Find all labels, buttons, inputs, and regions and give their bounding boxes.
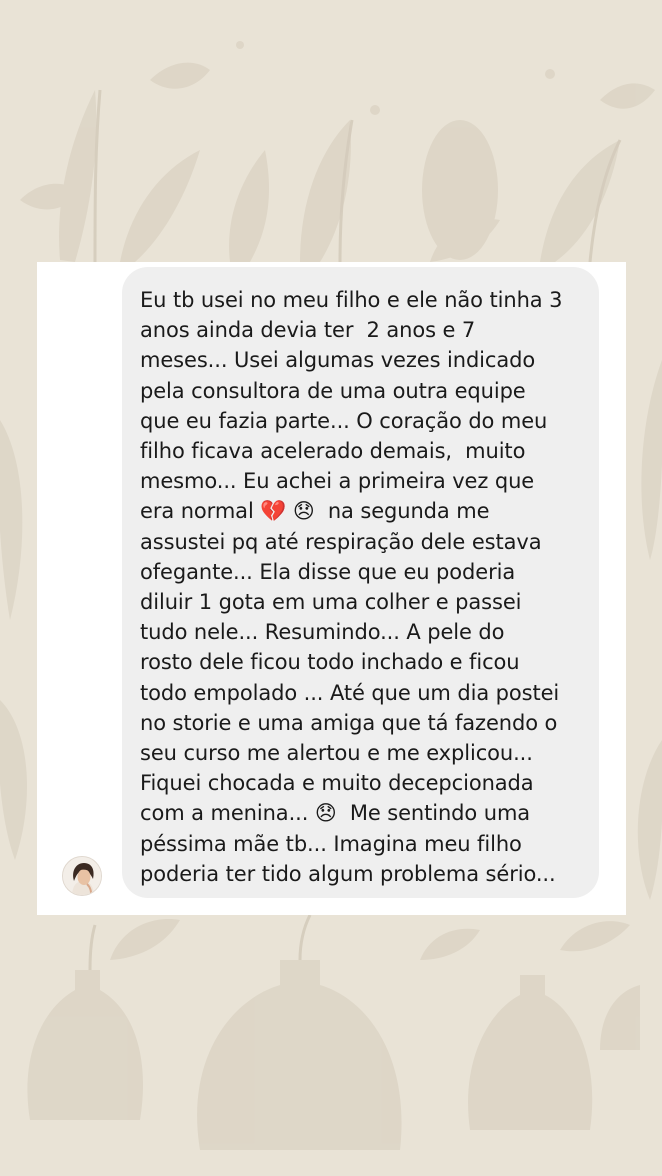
message-line: pela consultora de uma outra equipe bbox=[140, 378, 526, 403]
message-text: Eu tb usei no meu filho e ele não tinha … bbox=[140, 285, 583, 889]
message-line: tudo nele... Resumindo... A pele do bbox=[140, 620, 505, 645]
message-line: todo empolado ... Até que um dia postei bbox=[140, 680, 560, 705]
message-line: rosto dele ficou todo inchado e ficou bbox=[140, 650, 520, 675]
message-line: meses... Usei algumas vezes indicado bbox=[140, 348, 536, 373]
message-line: mesmo... Eu achei a primeira vez que bbox=[140, 469, 535, 494]
message-line: filho ficava acelerado demais, muito bbox=[140, 439, 526, 464]
message-line: seu curso me alertou e me explicou... bbox=[140, 741, 533, 766]
message-line: diluir 1 gota em uma colher e passei bbox=[140, 590, 522, 615]
user-avatar-icon bbox=[63, 857, 101, 895]
message-line: com a menina... 😞 Me sentindo uma bbox=[140, 801, 531, 826]
message-line: Fiquei chocada e muito decepcionada bbox=[140, 771, 534, 796]
message-line: assustei pq até respiração dele estava bbox=[140, 529, 542, 554]
message-line: no storie e uma amiga que tá fazendo o bbox=[140, 710, 558, 735]
message-line: poderia ter tido algum problema sério... bbox=[140, 861, 556, 886]
message-line: anos ainda devia ter 2 anos e 7 bbox=[140, 318, 476, 343]
message-line: que eu fazia parte... O coração do meu bbox=[140, 408, 548, 433]
message-bubble[interactable]: Eu tb usei no meu filho e ele não tinha … bbox=[122, 267, 599, 898]
sender-avatar[interactable] bbox=[62, 856, 102, 896]
message-line: Eu tb usei no meu filho e ele não tinha … bbox=[140, 288, 563, 312]
message-line: era normal 💔 😞 na segunda me bbox=[140, 499, 490, 524]
message-line: péssima mãe tb... Imagina meu filho bbox=[140, 831, 522, 856]
message-card: Eu tb usei no meu filho e ele não tinha … bbox=[37, 262, 626, 915]
message-line: ofegante... Ela disse que eu poderia bbox=[140, 559, 516, 584]
